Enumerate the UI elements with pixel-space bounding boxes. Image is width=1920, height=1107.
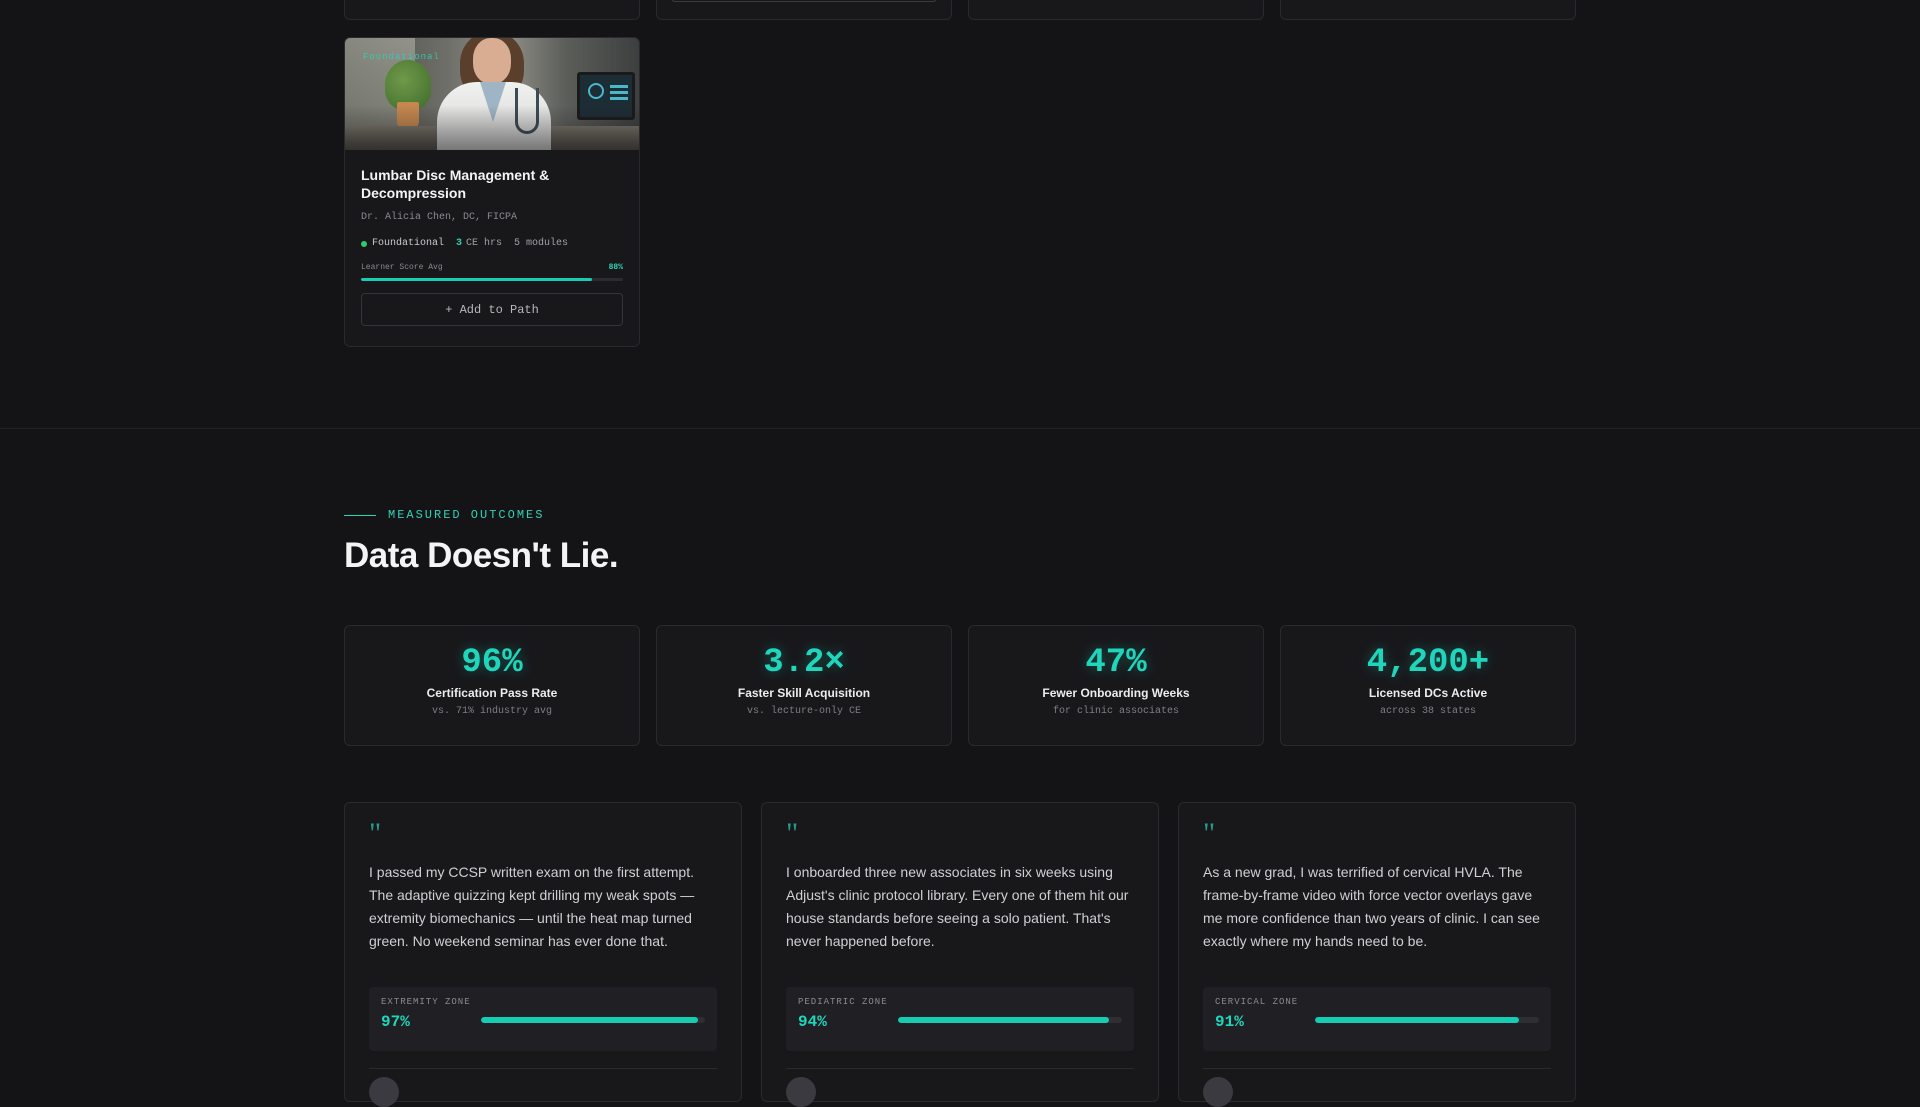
zone-score: EXTREMITY ZONE 97% bbox=[369, 987, 717, 1051]
zone-score: CERVICAL ZONE 91% bbox=[1203, 987, 1551, 1051]
section-divider bbox=[0, 428, 1920, 429]
score-progress-fill bbox=[361, 278, 592, 281]
course-image: Foundational bbox=[345, 38, 639, 150]
eyebrow-line bbox=[344, 514, 376, 516]
quote-icon: " bbox=[369, 817, 382, 850]
testimonial-text: As a new grad, I was terrified of cervic… bbox=[1203, 864, 1540, 949]
stat-value: 3.2× bbox=[763, 644, 845, 682]
score-percent: 88% bbox=[608, 263, 623, 272]
stat-label: Fewer Onboarding Weeks bbox=[1042, 686, 1190, 700]
course-card-partial bbox=[344, 0, 640, 20]
avatar bbox=[369, 1077, 399, 1107]
stat-card: 4,200+ Licensed DCs Active across 38 sta… bbox=[1280, 625, 1576, 746]
eyebrow-text: MEASURED OUTCOMES bbox=[388, 508, 545, 522]
zone-progress-fill bbox=[481, 1017, 699, 1023]
zone-label: PEDIATRIC ZONE bbox=[798, 997, 888, 1007]
zone-progress-fill bbox=[898, 1017, 1109, 1023]
zone-percent: 91% bbox=[1215, 1013, 1244, 1031]
zone-percent: 97% bbox=[381, 1013, 410, 1031]
zone-label: CERVICAL ZONE bbox=[1215, 997, 1299, 1007]
stat-card: 96% Certification Pass Rate vs. 71% indu… bbox=[344, 625, 640, 746]
stat-label: Certification Pass Rate bbox=[426, 686, 558, 700]
zone-progress-bar bbox=[481, 1017, 705, 1023]
quote-icon: " bbox=[786, 817, 799, 850]
stat-subtext: for clinic associates bbox=[1052, 706, 1180, 717]
course-meta: Foundational 3 CE hrs 5 modules bbox=[361, 238, 623, 249]
testimonial-divider bbox=[786, 1068, 1134, 1069]
course-level: Foundational bbox=[372, 238, 445, 249]
score-progress-bar bbox=[361, 278, 623, 281]
course-card-partial bbox=[968, 0, 1264, 20]
level-dot-icon bbox=[361, 240, 367, 247]
testimonial-divider bbox=[1203, 1068, 1551, 1069]
course-title: Lumbar Disc Management & Decompression bbox=[361, 167, 550, 201]
score-label: Learner Score Avg bbox=[361, 263, 443, 272]
testimonial-card: " As a new grad, I was terrified of cerv… bbox=[1178, 802, 1576, 1107]
score-row: Learner Score Avg 88% bbox=[361, 263, 623, 272]
testimonial-text: I passed my CCSP written exam on the fir… bbox=[369, 864, 695, 949]
stat-card: 47% Fewer Onboarding Weeks for clinic as… bbox=[968, 625, 1264, 746]
stat-label: Faster Skill Acquisition bbox=[737, 686, 871, 700]
course-card-partial bbox=[1280, 0, 1576, 20]
stat-subtext: across 38 states bbox=[1379, 706, 1476, 717]
zone-percent: 94% bbox=[798, 1013, 827, 1031]
stat-value: 96% bbox=[461, 644, 523, 682]
course-card[interactable]: Foundational Lumbar Disc Management & De… bbox=[344, 37, 640, 347]
stat-subtext: vs. lecture-only CE bbox=[746, 706, 862, 717]
image-badge: Foundational bbox=[363, 52, 440, 62]
card-button-partial[interactable] bbox=[671, 0, 937, 2]
ce-label: CE hrs bbox=[466, 238, 503, 249]
stat-label: Licensed DCs Active bbox=[1368, 686, 1488, 700]
zone-progress-bar bbox=[898, 1017, 1122, 1023]
zone-progress-bar bbox=[1315, 1017, 1539, 1023]
add-to-path-button[interactable]: + Add to Path bbox=[361, 293, 623, 326]
stat-subtext: vs. 71% industry avg bbox=[431, 706, 553, 717]
section-title: Data Doesn't Lie. bbox=[344, 536, 619, 575]
stat-card: 3.2× Faster Skill Acquisition vs. lectur… bbox=[656, 625, 952, 746]
course-card-partial bbox=[656, 0, 952, 20]
testimonial-card: " I passed my CCSP written exam on the f… bbox=[344, 802, 742, 1107]
testimonial-divider bbox=[369, 1068, 717, 1069]
stat-value: 47% bbox=[1085, 644, 1147, 682]
section-eyebrow: MEASURED OUTCOMES bbox=[344, 508, 544, 522]
ce-hours: 3 bbox=[456, 238, 463, 249]
course-author: Dr. Alicia Chen, DC, FICPA bbox=[361, 212, 518, 223]
zone-score: PEDIATRIC ZONE 94% bbox=[786, 987, 1134, 1051]
avatar bbox=[1203, 1077, 1233, 1107]
testimonial-text: I onboarded three new associates in six … bbox=[786, 864, 1129, 949]
stat-value: 4,200+ bbox=[1366, 644, 1490, 682]
zone-label: EXTREMITY ZONE bbox=[381, 997, 471, 1007]
zone-progress-fill bbox=[1315, 1017, 1519, 1023]
testimonial-card: " I onboarded three new associates in si… bbox=[761, 802, 1159, 1107]
quote-icon: " bbox=[1203, 817, 1216, 850]
avatar bbox=[786, 1077, 816, 1107]
module-count: 5 modules bbox=[514, 238, 569, 249]
